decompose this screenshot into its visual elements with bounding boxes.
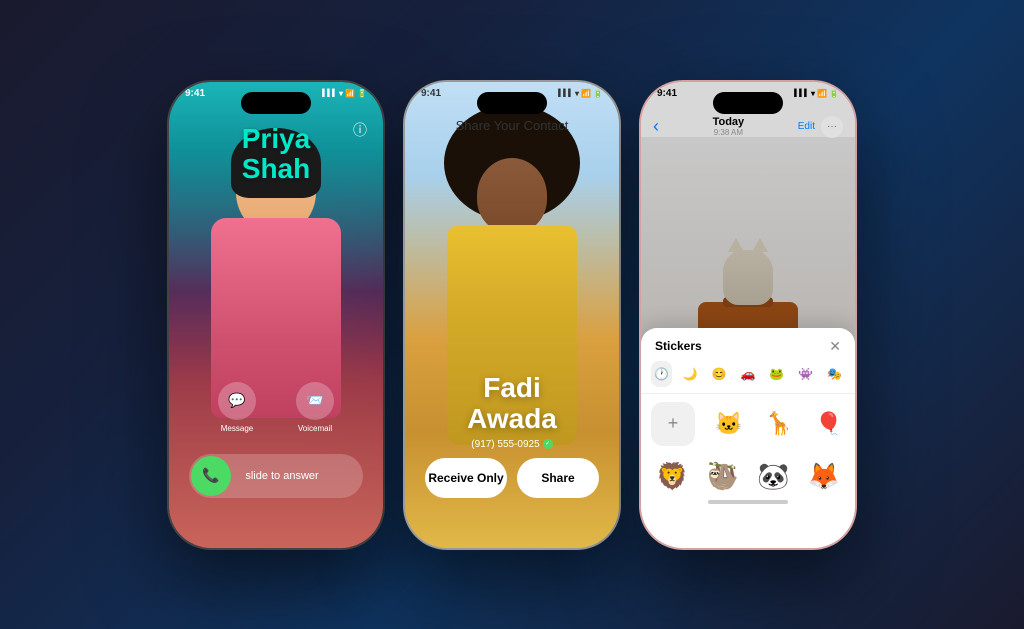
sticker-giraffe[interactable]: 🦒: [757, 402, 801, 446]
phone1-status-icons: ▌▌▌ ▾ 📶 🔋: [322, 89, 367, 98]
sticker-balloon[interactable]: 🎈: [807, 402, 851, 446]
info-icon[interactable]: ⓘ: [353, 120, 367, 140]
message-action[interactable]: 💬 Message: [218, 382, 256, 433]
sticker-lion[interactable]: 🦁: [651, 454, 694, 500]
sticker-tab-character1[interactable]: 🐸: [766, 361, 787, 387]
phone1-screen: ⓘ 9:41 ▌▌▌ ▾ 📶 🔋 Priya Shah: [169, 82, 383, 548]
back-button[interactable]: ‹: [653, 116, 659, 137]
edit-button[interactable]: Edit: [798, 121, 815, 132]
sticker-tab-character2[interactable]: 👾: [795, 361, 816, 387]
voicemail-icon[interactable]: 📨: [296, 382, 334, 420]
contact-name-line1: Fadi: [405, 373, 619, 404]
share-contact-buttons: Receive Only Share: [425, 458, 599, 498]
phone-2: 9:41 ▌▌▌ ▾ 📶 🔋 Share Your Contact Fadi A…: [403, 80, 621, 550]
answer-button[interactable]: 📞: [191, 456, 231, 496]
contact-info: Fadi Awada (917) 555-0925 ✓: [405, 373, 619, 450]
sticker-cat[interactable]: 🐱: [707, 402, 751, 446]
header-subtitle: 9:38 AM: [713, 128, 745, 137]
sticker-tab-more[interactable]: 🎭: [824, 361, 845, 387]
phone-1: ⓘ 9:41 ▌▌▌ ▾ 📶 🔋 Priya Shah: [167, 80, 385, 550]
phone1-time: 9:41: [185, 88, 205, 99]
phones-container: ⓘ 9:41 ▌▌▌ ▾ 📶 🔋 Priya Shah: [147, 60, 877, 570]
stickers-panel: Stickers ✕ 🕐 🌙 😊 🚗 🐸 👾 🎭 + 🐱: [641, 328, 855, 548]
call-actions: 💬 Message 📨 Voicemail: [169, 382, 383, 433]
dynamic-island-2: [477, 92, 547, 114]
dynamic-island-1: [241, 92, 311, 114]
share-contact-title: Share Your Contact: [405, 118, 619, 133]
header-title: Today: [713, 116, 745, 128]
phone2-time: 9:41: [421, 88, 441, 99]
header-actions: Edit ···: [798, 116, 843, 138]
slide-to-answer-bar[interactable]: 📞 slide to answer: [189, 454, 363, 498]
contact-name-line2: Awada: [405, 404, 619, 435]
phone3-time: 9:41: [657, 88, 677, 99]
sticker-tab-recent[interactable]: 🕐: [651, 361, 672, 387]
verified-icon: ✓: [543, 439, 553, 449]
slide-to-answer-label: slide to answer: [231, 470, 363, 482]
stickers-grid-row1: + 🐱 🦒 🎈 🚗: [641, 394, 855, 454]
contact-phone: (917) 555-0925 ✓: [405, 439, 619, 450]
sticker-tab-nature[interactable]: 🌙: [680, 361, 701, 387]
caller-name: Priya Shah: [169, 124, 383, 186]
phone-3: 9:41 ▌▌▌ ▾ 📶 🔋 ‹ Today 9:38 AM Edit: [639, 80, 857, 550]
phone2-screen: 9:41 ▌▌▌ ▾ 📶 🔋 Share Your Contact Fadi A…: [405, 82, 619, 548]
sticker-tab-emoji[interactable]: 😊: [709, 361, 730, 387]
more-button[interactable]: ···: [821, 116, 843, 138]
messages-header: ‹ Today 9:38 AM Edit ···: [641, 112, 855, 142]
caller-name-text: Priya Shah: [169, 124, 383, 186]
receive-only-button[interactable]: Receive Only: [425, 458, 507, 498]
sticker-panda[interactable]: 🐼: [752, 454, 795, 500]
sticker-sloth[interactable]: 🦥: [702, 454, 745, 500]
home-indicator-3: [708, 500, 788, 504]
share-button[interactable]: Share: [517, 458, 599, 498]
phone3-screen: 9:41 ▌▌▌ ▾ 📶 🔋 ‹ Today 9:38 AM Edit: [641, 82, 855, 548]
stickers-close-button[interactable]: ✕: [829, 338, 841, 355]
dynamic-island-3: [713, 92, 783, 114]
voicemail-action[interactable]: 📨 Voicemail: [296, 382, 334, 433]
phone2-status-icons: ▌▌▌ ▾ 📶 🔋: [558, 89, 603, 98]
stickers-header: Stickers ✕: [641, 328, 855, 361]
sticker-tab-car[interactable]: 🚗: [738, 361, 759, 387]
message-icon[interactable]: 💬: [218, 382, 256, 420]
stickers-grid-row2: 🦁 🦥 🐼 🦊: [641, 454, 855, 500]
sticker-fox[interactable]: 🦊: [803, 454, 846, 500]
stickers-title: Stickers: [655, 339, 702, 353]
phone3-status-icons: ▌▌▌ ▾ 📶 🔋: [794, 89, 839, 98]
add-sticker-button[interactable]: +: [651, 402, 695, 446]
stickers-tabs: 🕐 🌙 😊 🚗 🐸 👾 🎭: [641, 361, 855, 394]
header-title-area: Today 9:38 AM: [713, 116, 745, 137]
